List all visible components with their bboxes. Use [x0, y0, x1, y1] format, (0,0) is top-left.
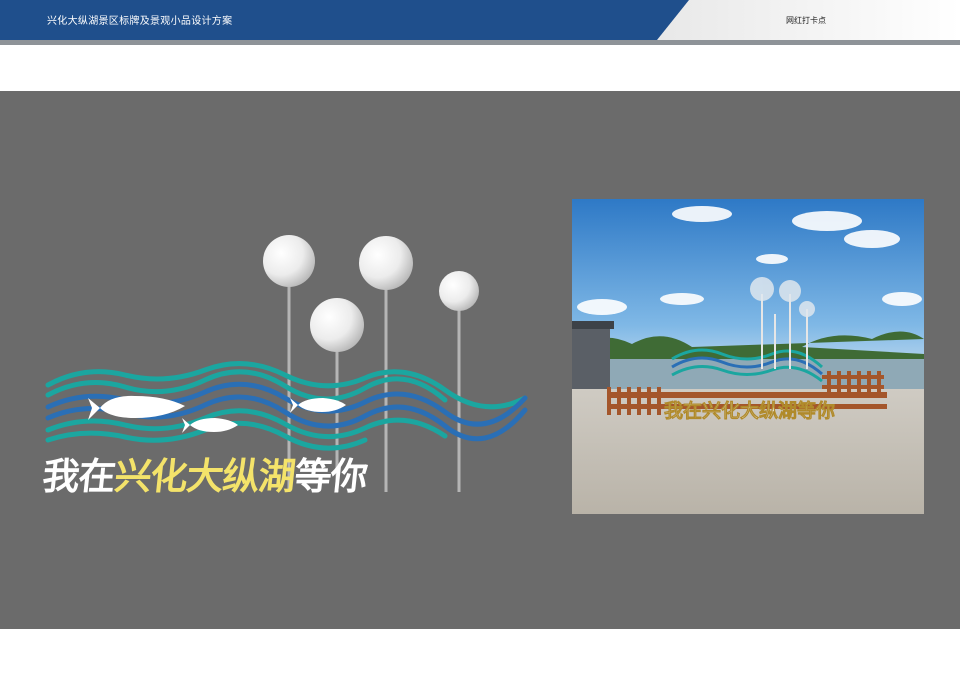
slogan-part-1: 我在 [40, 455, 117, 498]
photo-sign-text: 我在兴化大纵湖等你 [664, 399, 835, 422]
document-title: 兴化大纵湖景区标牌及景观小品设计方案 [47, 16, 233, 27]
slogan-text: 我在兴化大纵湖等你 [40, 446, 370, 500]
lamp-globes [263, 235, 479, 352]
section-label: 网红打卡点 [786, 16, 826, 25]
slogan-part-3: 等你 [292, 455, 369, 498]
header-gray-rule [0, 40, 960, 45]
slogan-part-2: 兴化大纵湖 [112, 455, 297, 498]
site-rendering-photo: 我在兴化大纵湖等你 [572, 199, 924, 514]
page-header: 兴化大纵湖景区标牌及景观小品设计方案 网红打卡点 [0, 0, 960, 46]
